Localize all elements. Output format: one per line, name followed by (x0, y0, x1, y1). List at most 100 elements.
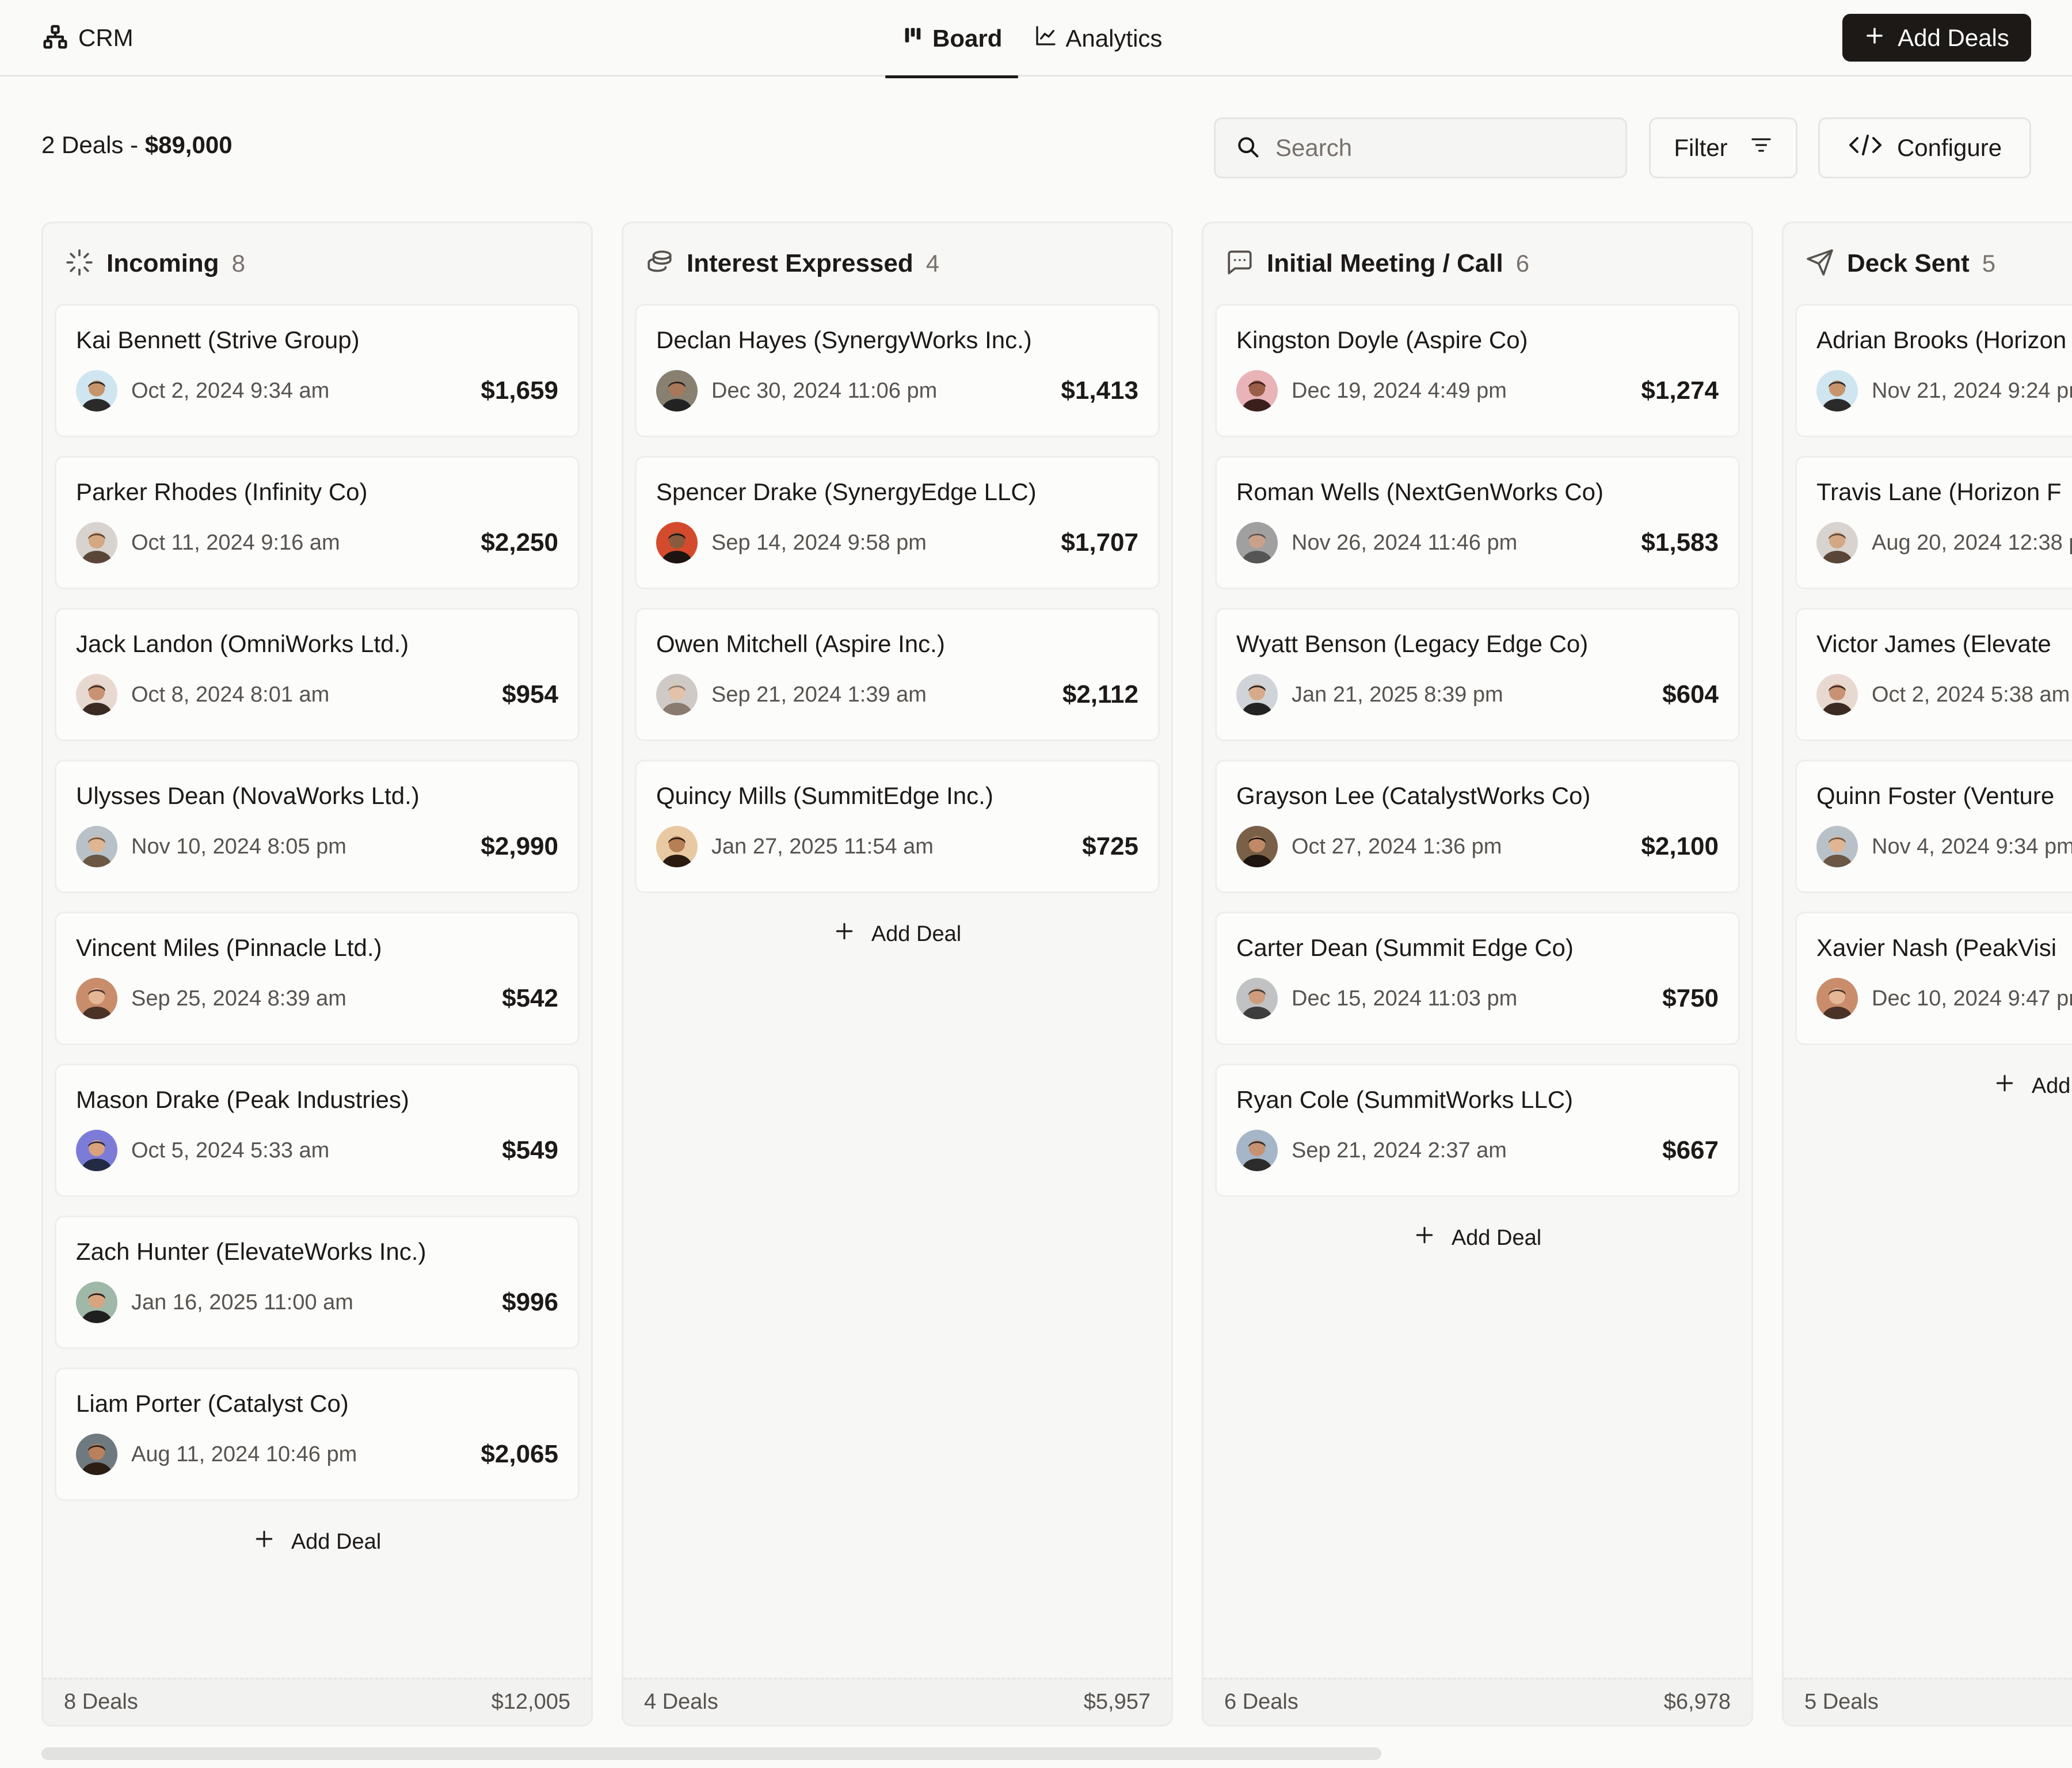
add-deal-label: Add Deal (2031, 1073, 2072, 1098)
avatar (1236, 522, 1278, 563)
deal-card[interactable]: Owen Mitchell (Aspire Inc.) Sep 21, 2024 … (635, 608, 1160, 741)
avatar (76, 674, 117, 715)
search-box[interactable] (1214, 117, 1627, 178)
view-tabs: Board Analytics (885, 0, 1178, 78)
column-header: Incoming 8 (43, 223, 591, 304)
pipeline-column: Initial Meeting / Call 6 Kingston Doyle (A… (1202, 222, 1753, 1727)
deal-name: Mason Drake (Peak Industries) (76, 1086, 409, 1113)
avatar (1236, 826, 1278, 867)
deal-date: Sep 25, 2024 8:39 am (131, 986, 346, 1011)
deal-card[interactable]: Declan Hayes (SynergyWorks Inc.) Dec 30, … (635, 304, 1160, 437)
avatar (76, 1434, 117, 1475)
deal-date: Oct 2, 2024 5:38 am (1872, 682, 2070, 707)
tab-analytics[interactable]: Analytics (1018, 0, 1178, 77)
deal-name: Xavier Nash (PeakVisi (1816, 934, 2057, 961)
plus-icon (253, 1528, 275, 1556)
brand[interactable]: CRM (43, 22, 134, 54)
deal-card[interactable]: Vincent Miles (Pinnacle Ltd.) Sep 25, 202… (55, 912, 580, 1045)
add-deal-button[interactable]: Add Deal (1784, 1060, 2072, 1112)
tab-board[interactable]: Board (885, 0, 1019, 78)
deal-card[interactable]: Victor James (Elevate Oct 2, 2024 5:38 am (1795, 608, 2072, 741)
column-deal-count: 4 Deals (644, 1690, 718, 1714)
search-input[interactable] (1274, 134, 1620, 162)
avatar (1236, 1130, 1278, 1171)
top-bar: CRM Board Analytics Add Deals (0, 0, 2072, 78)
horizontal-scrollbar[interactable] (41, 1747, 1381, 1760)
deal-card[interactable]: Wyatt Benson (Legacy Edge Co) Jan 21, 202… (1215, 608, 1740, 741)
deal-list: Adrian Brooks (Horizon Nov 21, 2024 9:24 … (1784, 304, 2072, 1045)
add-deal-button[interactable]: Add Deal (623, 908, 1171, 960)
deal-card[interactable]: Adrian Brooks (Horizon Nov 21, 2024 9:24 … (1795, 304, 2072, 437)
deal-card[interactable]: Grayson Lee (CatalystWorks Co) Oct 27, 20… (1215, 760, 1740, 893)
add-deal-label: Add Deal (291, 1529, 382, 1554)
column-count: 4 (925, 250, 940, 277)
deal-card[interactable]: Quinn Foster (Venture Nov 4, 2024 9:34 pm (1795, 760, 2072, 893)
deal-amount: $2,990 (481, 832, 558, 860)
deal-card[interactable]: Jack Landon (OmniWorks Ltd.) Oct 8, 2024 … (55, 608, 580, 741)
deal-amount: $2,065 (481, 1440, 558, 1468)
deal-amount: $996 (502, 1288, 558, 1316)
deal-name: Jack Landon (OmniWorks Ltd.) (76, 630, 409, 657)
deal-card[interactable]: Liam Porter (Catalyst Co) Aug 11, 2024 10… (55, 1367, 580, 1501)
deal-card[interactable]: Mason Drake (Peak Industries) Oct 5, 2024… (55, 1064, 580, 1197)
column-header: Interest Expressed 4 (623, 223, 1171, 304)
filter-button[interactable]: Filter (1649, 117, 1797, 178)
deal-card[interactable]: Parker Rhodes (Infinity Co) Oct 11, 2024 … (55, 456, 580, 589)
deal-date: Sep 21, 2024 1:39 am (711, 682, 927, 707)
deal-name: Victor James (Elevate (1816, 630, 2051, 657)
deal-card[interactable]: Kai Bennett (Strive Group) Oct 2, 2024 9:… (55, 304, 580, 437)
add-deal-button[interactable]: Add Deal (1203, 1212, 1751, 1264)
column-footer: 5 Deals (1784, 1678, 2072, 1725)
deal-card[interactable]: Zach Hunter (ElevateWorks Inc.) Jan 16, 2… (55, 1216, 580, 1349)
deal-amount: $1,583 (1641, 528, 1719, 557)
column-count: 8 (231, 250, 245, 277)
deal-card[interactable]: Spencer Drake (SynergyEdge LLC) Sep 14, 2… (635, 456, 1160, 589)
deal-card[interactable]: Roman Wells (NextGenWorks Co) Nov 26, 202… (1215, 456, 1740, 589)
avatar (76, 522, 117, 563)
deal-date: Oct 5, 2024 5:33 am (131, 1138, 330, 1163)
deal-name: Grayson Lee (CatalystWorks Co) (1236, 782, 1591, 809)
plus-icon (1864, 24, 1885, 52)
add-deal-button[interactable]: Add Deal (43, 1516, 591, 1568)
kanban-board: Incoming 8 Kai Bennett (Strive Group) Oct 2… (41, 222, 2072, 1727)
deal-list: Kai Bennett (Strive Group) Oct 2, 2024 9:… (43, 304, 591, 1501)
configure-button[interactable]: Configure (1818, 117, 2031, 178)
org-chart-icon (43, 24, 68, 52)
deal-card[interactable]: Quincy Mills (SummitEdge Inc.) Jan 27, 20… (635, 760, 1160, 893)
deal-amount: $725 (1082, 832, 1138, 860)
filter-lines-icon (1750, 134, 1773, 162)
deal-list: Kingston Doyle (Aspire Co) Dec 19, 2024 4… (1203, 304, 1751, 1197)
summary-total: $89,000 (144, 131, 233, 158)
deal-card[interactable]: Carter Dean (Summit Edge Co) Dec 15, 2024… (1215, 912, 1740, 1045)
avatar (76, 1282, 117, 1323)
avatar (1816, 978, 1858, 1019)
deal-name: Roman Wells (NextGenWorks Co) (1236, 478, 1603, 505)
deal-date: Aug 11, 2024 10:46 pm (131, 1442, 357, 1466)
column-deal-count: 6 Deals (1224, 1690, 1298, 1714)
line-chart-icon (1034, 24, 1057, 53)
message-square-icon (1225, 248, 1254, 280)
deal-date: Oct 8, 2024 8:01 am (131, 682, 330, 707)
deal-amount: $1,707 (1061, 528, 1138, 557)
deal-card[interactable]: Kingston Doyle (Aspire Co) Dec 19, 2024 4… (1215, 304, 1740, 437)
deal-name: Kingston Doyle (Aspire Co) (1236, 326, 1528, 353)
column-count: 6 (1515, 250, 1530, 277)
deal-name: Ulysses Dean (NovaWorks Ltd.) (76, 782, 420, 809)
pipeline-column: Deck Sent 5 Adrian Brooks (Horizon Nov 21, … (1782, 222, 2072, 1727)
deal-name: Ryan Cole (SummitWorks LLC) (1236, 1086, 1574, 1113)
deal-card[interactable]: Ryan Cole (SummitWorks LLC) Sep 21, 2024 … (1215, 1064, 1740, 1197)
plus-icon (1994, 1072, 2016, 1100)
deal-card[interactable]: Ulysses Dean (NovaWorks Ltd.) Nov 10, 202… (55, 760, 580, 893)
deal-name: Liam Porter (Catalyst Co) (76, 1390, 349, 1417)
deal-amount: $1,274 (1641, 376, 1719, 405)
add-deals-button[interactable]: Add Deals (1842, 14, 2031, 62)
deal-name: Parker Rhodes (Infinity Co) (76, 478, 368, 505)
deal-name: Wyatt Benson (Legacy Edge Co) (1236, 630, 1589, 657)
deal-card[interactable]: Travis Lane (Horizon F Aug 20, 2024 12:38… (1795, 456, 2072, 589)
column-footer: 6 Deals $6,978 (1203, 1678, 1751, 1725)
code-icon (1848, 131, 1883, 165)
deal-date: Oct 11, 2024 9:16 am (131, 530, 340, 555)
tab-analytics-label: Analytics (1065, 24, 1163, 52)
deal-card[interactable]: Xavier Nash (PeakVisi Dec 10, 2024 9:47 p… (1795, 912, 2072, 1045)
deal-date: Dec 10, 2024 9:47 pm (1872, 986, 2072, 1011)
